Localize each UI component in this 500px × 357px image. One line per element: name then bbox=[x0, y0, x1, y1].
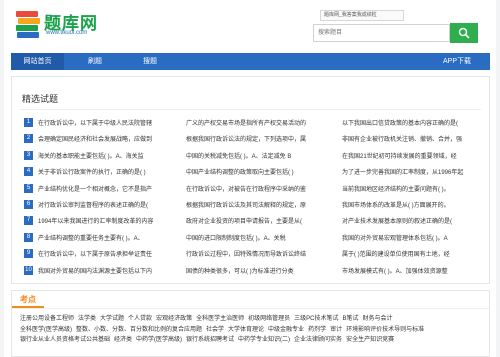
question-link[interactable]: 我国的对外贸易宏观管理体系包括( )。A bbox=[342, 233, 484, 242]
question-link[interactable]: 国债的种类很多，可以( )为标准进行分类 bbox=[186, 266, 336, 275]
question-link[interactable]: 根据我国行政诉讼法的规定，下列选项中，属 bbox=[186, 134, 336, 143]
main-nav: 网站首页 刷题 搜题 APP下载 bbox=[11, 53, 490, 70]
keypoint-link[interactable]: 药剂学 bbox=[308, 327, 326, 333]
question-link[interactable]: 中国产业结构调整的政策取向主要包括( ) bbox=[186, 167, 336, 176]
nav-item-search[interactable]: 搜题 bbox=[126, 53, 174, 70]
question-number: 3 bbox=[24, 150, 33, 160]
keypoint-link[interactable]: 环境影响评价技术导则与标准 bbox=[346, 327, 424, 333]
keypoint-link[interactable]: 财务与会计 bbox=[362, 316, 392, 322]
keypoint-link[interactable]: 初级网络管理员 bbox=[248, 316, 290, 322]
question-link[interactable]: 广义的产权交易市场是指所有产权交易活动的 bbox=[186, 118, 336, 127]
question-link[interactable]: 根据我国行政诉讼法及其司法解释的规定，原 bbox=[186, 200, 336, 209]
question-link[interactable]: 在我国21世纪初可持续发展的重要领域，经 bbox=[342, 151, 484, 160]
question-number: 8 bbox=[24, 232, 33, 242]
logo-url: www.tikuol.com bbox=[46, 30, 88, 36]
keypoints-panel: 考点 注册公用设备工程师 法学类 大学试题 个人贷款 宏观经济政策 全科医学主治医师 初级网… bbox=[11, 290, 490, 357]
keypoint-link[interactable]: 中药学专业知识(二) bbox=[238, 337, 290, 343]
keypoint-link[interactable]: 全科医学(医学高级) bbox=[20, 327, 72, 333]
question-link[interactable]: 产业结构调整的重要任务主要有( )。A、 bbox=[38, 233, 184, 242]
question-number: 10 bbox=[24, 265, 33, 275]
keypoint-link[interactable]: B笔试 bbox=[342, 316, 358, 322]
question-link[interactable]: 为了进一步完善我国的汇率制度，从1996年起 bbox=[342, 167, 484, 176]
question-number: 9 bbox=[24, 249, 33, 259]
question-link[interactable]: 产业结构优化是一个相对概念，它不是指产 bbox=[38, 184, 184, 193]
question-link[interactable]: 当前我国地区经济结构的主要问题有( )。 bbox=[342, 184, 484, 193]
keypoint-link[interactable]: 企业法律顾问实务 bbox=[294, 337, 342, 343]
nav-item-practice[interactable]: 刷题 bbox=[71, 53, 119, 70]
question-number: 6 bbox=[24, 200, 33, 209]
keypoint-tags: 注册公用设备工程师 法学类 大学试题 个人贷款 宏观经济政策 全科医学主治医师 初级网络管理… bbox=[20, 314, 481, 346]
question-link[interactable]: 我国对外贸易的国内法渊源主要包括以下内 bbox=[38, 266, 184, 275]
question-link[interactable]: 1994年以来我国进行的汇率制度改革的内容 bbox=[38, 216, 184, 225]
question-link[interactable]: 对行政诉讼审判监督程序的表述正确的是( bbox=[38, 200, 184, 209]
section-title: 精选试题 bbox=[22, 94, 59, 104]
question-link[interactable]: 中国的关税减免包括( )。A、法定减免 B bbox=[186, 151, 336, 160]
question-link[interactable]: 我国市场体系的改革是从( )方面展开的。 bbox=[342, 200, 484, 209]
question-link[interactable]: 在行政诉讼中，以下属于中级人民法院管辖 bbox=[38, 118, 184, 127]
keypoint-link[interactable]: 法学类 bbox=[78, 316, 96, 322]
keypoint-link[interactable]: 安全生产知识竞赛 bbox=[346, 337, 394, 343]
keypoint-link[interactable]: 宏观经济政策 bbox=[156, 316, 192, 322]
keypoint-link[interactable]: 审计 bbox=[330, 327, 342, 333]
keypoint-line: 全科医学(医学高级) 整数、小数、分数、百分数和比例的复合应用题 社会学 大学体育理论… bbox=[20, 325, 481, 336]
books-icon bbox=[16, 11, 40, 38]
question-link[interactable]: 市场发展模式有( )。A、加强体效资源整 bbox=[342, 266, 484, 275]
search-input[interactable] bbox=[318, 25, 418, 41]
keypoint-line: 银行业从业人员资格考试公共基础 经济类 中药学(医学高级) 银行系统招聘考试 中药学专业… bbox=[20, 335, 481, 346]
question-number: 7 bbox=[24, 216, 33, 226]
site-logo[interactable]: 题库网 www.tikuol.com bbox=[16, 9, 136, 41]
question-link[interactable]: 非国有企业被行政机关注销、撤销、合并，强 bbox=[342, 134, 484, 143]
question-link[interactable]: 政府对企业投资的项目申请报告，主要是从( bbox=[186, 216, 336, 225]
question-number: 5 bbox=[24, 183, 33, 193]
nav-item-home[interactable]: 网站首页 bbox=[11, 53, 64, 70]
question-number: 1 bbox=[24, 118, 33, 127]
question-link[interactable]: 在行政诉讼中，对被告在行政程序中采纳的鉴 bbox=[186, 184, 336, 193]
question-link[interactable]: 会理确定国民经济和社会发展战略，应做到 bbox=[38, 134, 184, 143]
keypoint-link[interactable]: 大学试题 bbox=[100, 316, 124, 322]
keypoint-link[interactable]: 个人贷款 bbox=[128, 316, 152, 322]
keypoint-link[interactable]: 银行业从业人员资格考试公共基础 bbox=[20, 337, 110, 343]
search-hint-tag[interactable]: 题库网_我答案我成绩粒 bbox=[320, 10, 404, 21]
question-link[interactable]: 属于( )范围的建设单位使用国有土地，经 bbox=[342, 249, 484, 258]
keypoints-title: 考点 bbox=[12, 293, 44, 308]
question-link[interactable]: 在行政诉讼中，以下属于原告承担举证责任 bbox=[38, 249, 184, 258]
keypoint-link[interactable]: 银行系统招聘考试 bbox=[186, 337, 234, 343]
question-link[interactable]: 以下我国出口信贷政策的基本内容正确的是( bbox=[342, 118, 484, 127]
keypoint-link[interactable]: 经济类 bbox=[114, 337, 132, 343]
keypoints-header: 考点 bbox=[12, 291, 489, 309]
question-link[interactable]: 关于非诉讼行政案件的执行，正确的是( ) bbox=[38, 167, 184, 176]
keypoint-line: 注册公用设备工程师 法学类 大学试题 个人贷款 宏观经济政策 全科医学主治医师 初级网络管理… bbox=[20, 314, 481, 325]
keypoint-link[interactable]: 注册公用设备工程师 bbox=[20, 316, 74, 322]
question-number: 4 bbox=[24, 167, 33, 177]
keypoint-link[interactable]: 中药学(医学高级) bbox=[136, 337, 182, 343]
keypoint-link[interactable]: 社会学 bbox=[206, 327, 224, 333]
search-button[interactable] bbox=[450, 23, 478, 43]
divider bbox=[20, 109, 481, 110]
search-icon bbox=[458, 27, 470, 39]
keypoint-link[interactable]: 大学体育理论 bbox=[228, 327, 264, 333]
question-link[interactable]: 对产业技术发展基本原则的叙述正确的是( bbox=[342, 216, 484, 225]
nav-app-download[interactable]: APP下载 bbox=[432, 53, 482, 70]
featured-questions-panel: 精选试题 1 在行政诉讼中，以下属于中级人民法院管辖 广义的产权交易市场是指所有产权… bbox=[11, 76, 490, 284]
keypoint-link[interactable]: 三级PC技术笔试 bbox=[294, 316, 338, 322]
question-link[interactable]: 海关的基本职能主要包括( )。A、海关监 bbox=[38, 151, 184, 160]
question-number: 2 bbox=[24, 134, 33, 144]
question-link[interactable]: 行政诉讼过程中，因特殊情况而导致诉讼终结 bbox=[186, 249, 336, 258]
keypoint-link[interactable]: 全科医学主治医师 bbox=[196, 316, 244, 322]
question-link[interactable]: 中国的进口限制制度包括( )。A、关税 bbox=[186, 233, 336, 242]
site-header: 题库网 www.tikuol.com 题库网_我答案我成绩粒 bbox=[4, 0, 496, 50]
page-frame: 题库网 www.tikuol.com 题库网_我答案我成绩粒 网站首页 刷题 搜… bbox=[4, 0, 496, 357]
search-box bbox=[313, 24, 450, 42]
keypoint-link[interactable]: 整数、小数、分数、百分数和比例的复合应用题 bbox=[76, 327, 202, 333]
keypoint-link[interactable]: 中级金融专业 bbox=[268, 327, 304, 333]
